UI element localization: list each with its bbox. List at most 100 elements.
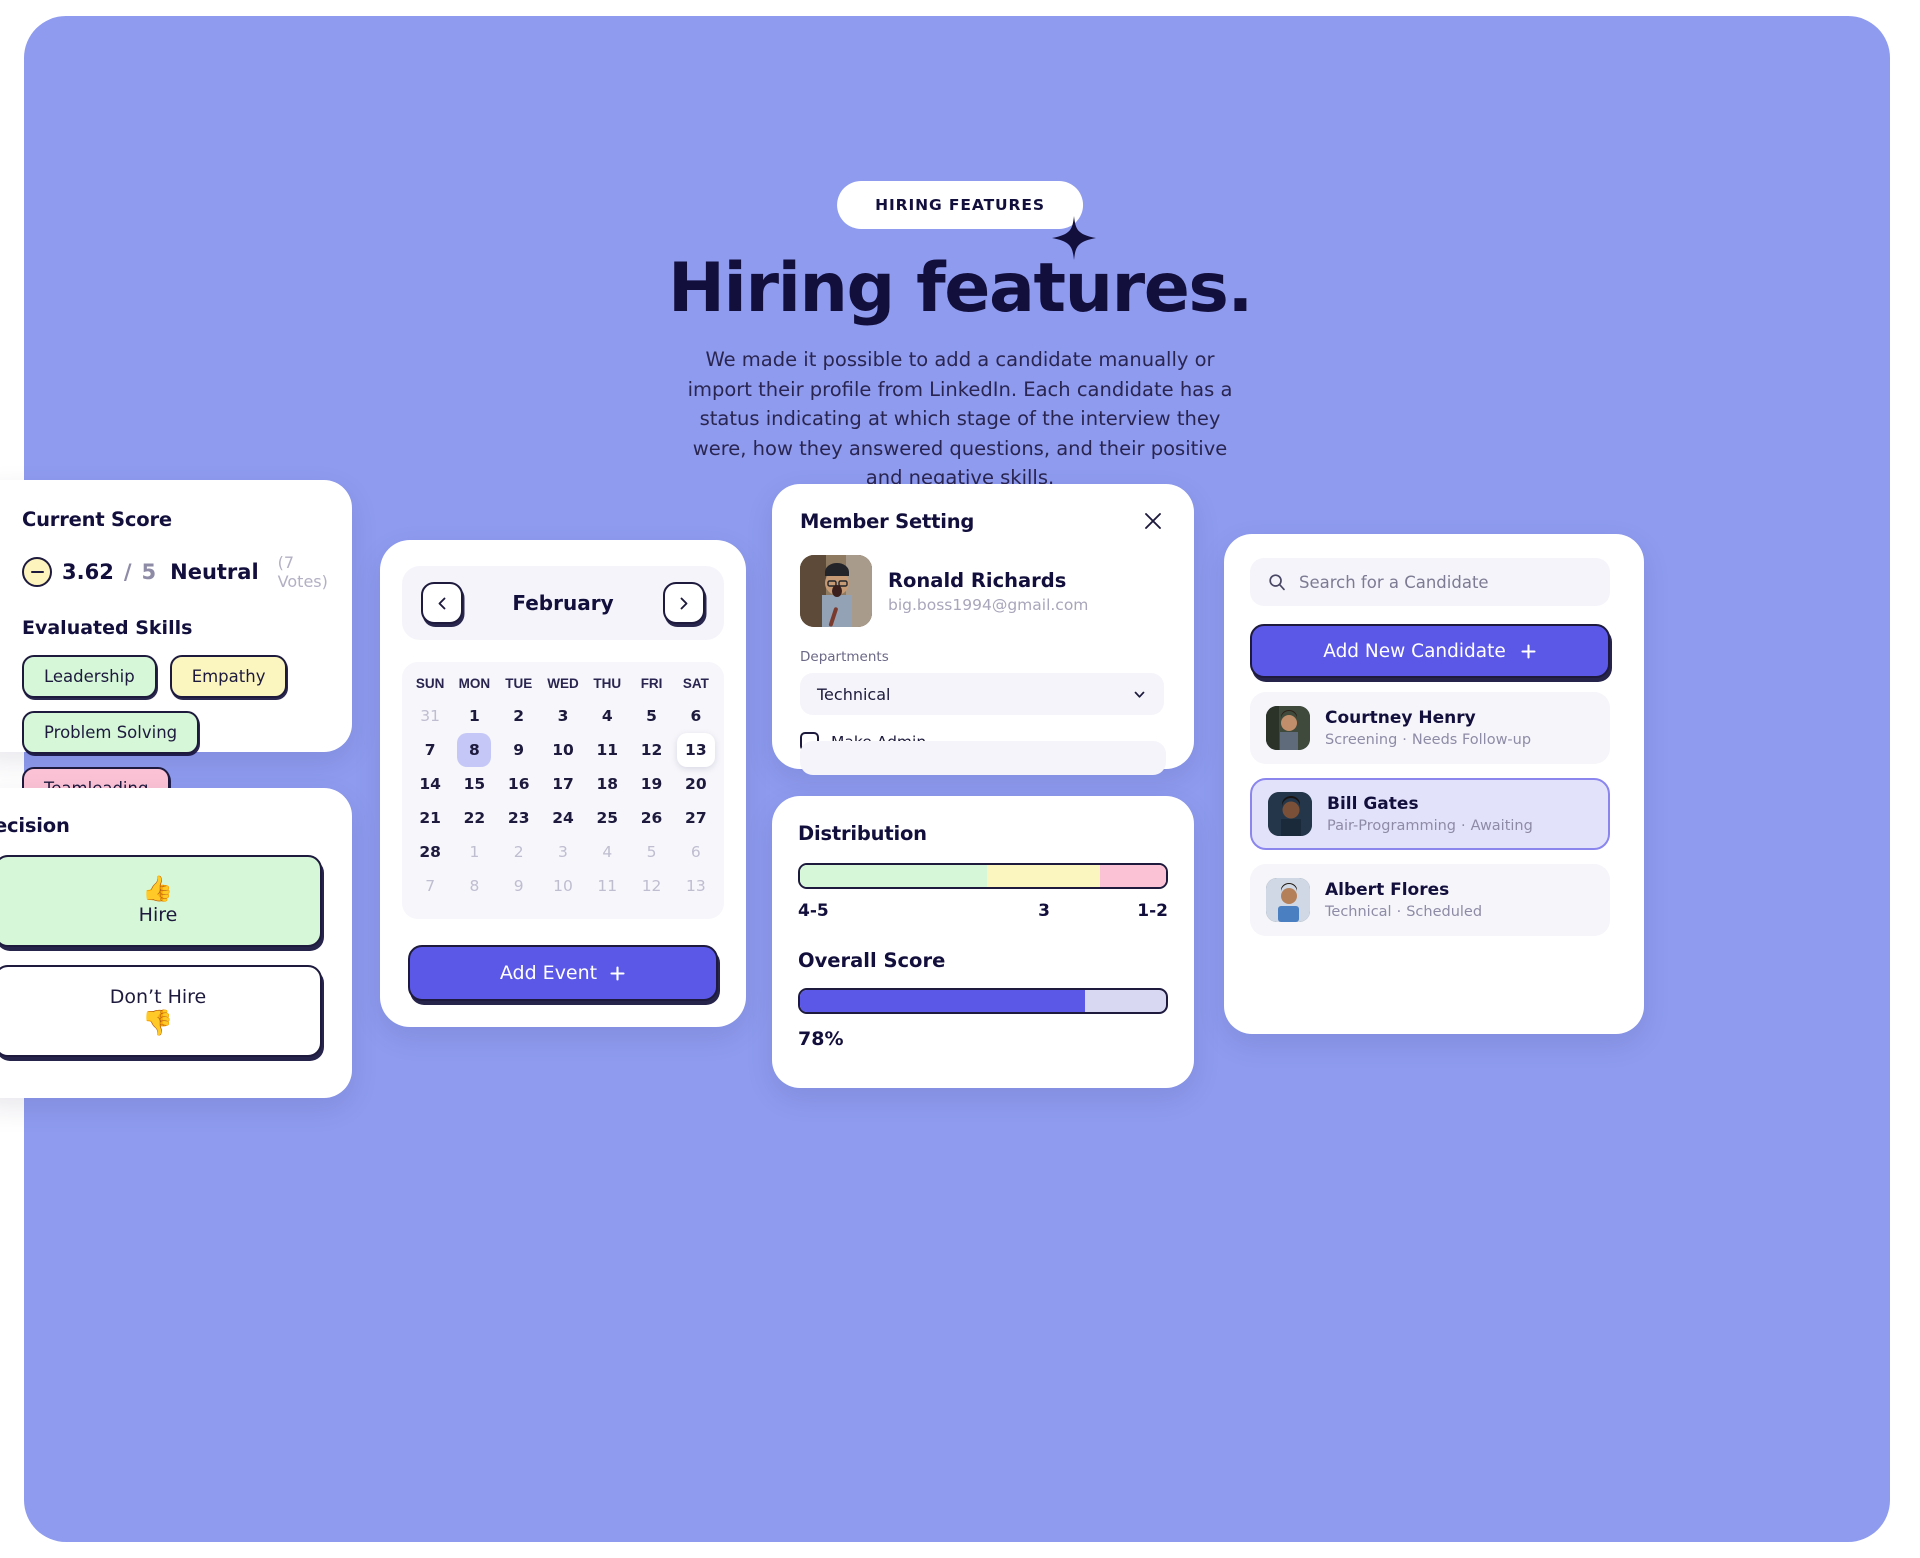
calendar-day-cell[interactable]: 23 xyxy=(497,801,541,835)
calendar-day-cell[interactable]: 5 xyxy=(629,835,673,869)
distribution-segment xyxy=(800,865,987,887)
distribution-segment xyxy=(986,865,1101,887)
calendar-day-cell[interactable]: 19 xyxy=(629,767,673,801)
candidate-info: Bill Gates Pair-Programming · Awaiting xyxy=(1327,794,1533,834)
add-new-candidate-label: Add New Candidate xyxy=(1323,640,1506,662)
decision-title: ecision xyxy=(0,814,70,837)
calendar-day-cell[interactable]: 28 xyxy=(408,835,452,869)
calendar-day-cell[interactable]: 5 xyxy=(629,699,673,733)
member-setting-card: Member Setting Ronald Richards big.boss1… xyxy=(772,484,1194,775)
calendar-card: February SUN MON TUE WED THU FRI SAT 31 1… xyxy=(380,540,746,1027)
page-root: HIRING FEATURES Hiring features. We made… xyxy=(0,0,1920,1558)
plus-icon xyxy=(1521,643,1536,659)
distribution-labels: 4-5 3 1-2 xyxy=(798,901,1168,921)
calendar-day-cell[interactable]: 14 xyxy=(408,767,452,801)
calendar-day-cell[interactable]: 8 xyxy=(457,733,492,767)
departments-select[interactable]: Technical xyxy=(800,673,1164,715)
candidate-name: Bill Gates xyxy=(1327,794,1419,814)
calendar-day-cell[interactable]: 6 xyxy=(674,835,718,869)
calendar-day-cell[interactable]: 22 xyxy=(452,801,496,835)
add-event-button[interactable]: Add Event xyxy=(408,945,718,1001)
candidate-info: Courtney Henry Screening · Needs Follow-up xyxy=(1325,708,1531,748)
thumbs-down-icon: 👎 xyxy=(142,1008,174,1037)
calendar-day-cell[interactable]: 4 xyxy=(585,835,629,869)
skill-chip[interactable]: Problem Solving xyxy=(22,711,200,754)
calendar-day-cell[interactable]: 17 xyxy=(541,767,585,801)
close-button[interactable] xyxy=(1142,510,1164,532)
calendar-day-cell[interactable]: 3 xyxy=(541,699,585,733)
calendar-dow: THU xyxy=(593,676,622,691)
calendar-day-cell[interactable]: 10 xyxy=(541,869,585,903)
dont-hire-button[interactable]: Don’t Hire 👎 xyxy=(0,965,322,1057)
hire-button[interactable]: 👍 Hire xyxy=(0,855,322,947)
candidate-stage: Pair-Programming xyxy=(1327,818,1456,834)
calendar-day-cell[interactable]: 11 xyxy=(585,733,629,767)
meta-separator: · xyxy=(1461,818,1466,834)
search-candidate-field[interactable]: Search for a Candidate xyxy=(1250,558,1610,606)
candidate-name: Courtney Henry xyxy=(1325,708,1476,728)
calendar-day-cell[interactable]: 1 xyxy=(452,835,496,869)
calendar-day-cell[interactable]: 8 xyxy=(452,869,496,903)
calendar-day-cell[interactable]: 9 xyxy=(497,869,541,903)
overall-score-track xyxy=(798,988,1168,1014)
calendar-day-cell[interactable]: 2 xyxy=(497,699,541,733)
score-votes: (7 Votes) xyxy=(277,553,328,591)
calendar-day-cell[interactable]: 2 xyxy=(497,835,541,869)
overall-score-fill xyxy=(800,990,1086,1012)
calendar-day-cell[interactable]: 12 xyxy=(629,733,673,767)
calendar-day-cell[interactable]: 26 xyxy=(629,801,673,835)
calendar-day-cell[interactable]: 7 xyxy=(408,733,452,767)
calendar-day-cell[interactable]: 1 xyxy=(452,699,496,733)
calendar-day-cell[interactable]: 10 xyxy=(541,733,585,767)
evaluated-skills-list: Leadership Empathy Problem Solving Teaml… xyxy=(22,655,322,810)
skill-chip[interactable]: Empathy xyxy=(169,655,288,698)
calendar-day-cell[interactable]: 20 xyxy=(674,767,718,801)
calendar-week: 28 1 2 3 4 5 6 xyxy=(408,835,718,869)
candidate-row[interactable]: Courtney Henry Screening · Needs Follow-up xyxy=(1250,692,1610,764)
chevron-down-icon xyxy=(1134,691,1145,698)
candidate-row[interactable]: Albert Flores Technical · Scheduled xyxy=(1250,864,1610,936)
decision-card: ecision 👍 Hire Don’t Hire 👎 xyxy=(0,788,352,1098)
calendar-day-cell[interactable]: 6 xyxy=(674,699,718,733)
calendar-day-cell[interactable]: 15 xyxy=(452,767,496,801)
calendar-header: February xyxy=(402,566,724,640)
calendar-prev-button[interactable] xyxy=(421,582,463,624)
calendar-day-cell[interactable]: 11 xyxy=(585,869,629,903)
calendar-day-cell[interactable]: 18 xyxy=(585,767,629,801)
candidate-avatar xyxy=(1266,706,1310,750)
calendar-week: 21 22 23 24 25 26 27 xyxy=(408,801,718,835)
meta-separator: · xyxy=(1396,904,1402,920)
calendar-day-cell[interactable]: 7 xyxy=(408,869,452,903)
candidate-row[interactable]: Bill Gates Pair-Programming · Awaiting xyxy=(1250,778,1610,850)
member-card-footer-strip xyxy=(800,741,1166,775)
member-name: Ronald Richards xyxy=(888,568,1067,592)
calendar-day-cell[interactable]: 4 xyxy=(585,699,629,733)
calendar-day-cell[interactable]: 27 xyxy=(674,801,718,835)
calendar-day-cell[interactable]: 9 xyxy=(497,733,541,767)
distribution-title: Distribution xyxy=(798,822,927,845)
calendar-day-cell[interactable]: 21 xyxy=(408,801,452,835)
candidate-name: Albert Flores xyxy=(1325,880,1450,900)
hero-description: We made it possible to add a candidate m… xyxy=(687,348,1233,489)
calendar-week: 31 1 2 3 4 5 6 xyxy=(408,699,718,733)
departments-label: Departments xyxy=(800,649,889,665)
calendar-next-button[interactable] xyxy=(662,582,705,624)
calendar-day-cell[interactable]: 16 xyxy=(497,767,541,801)
calendar-day-cell[interactable]: 13 xyxy=(674,869,718,903)
departments-value: Technical xyxy=(817,684,891,704)
skill-chip[interactable]: Leadership xyxy=(22,655,157,698)
calendar-day-cell[interactable]: 25 xyxy=(585,801,629,835)
add-new-candidate-button[interactable]: Add New Candidate xyxy=(1250,624,1610,678)
calendar-day-cell[interactable]: 31 xyxy=(408,699,452,733)
calendar-week: 7 8 9 10 11 12 13 xyxy=(408,869,718,903)
calendar-day-cell[interactable]: 12 xyxy=(629,869,673,903)
calendar-dow: MON xyxy=(458,676,491,691)
distribution-label: 1-2 xyxy=(1137,901,1168,921)
score-value: 3.62 xyxy=(62,560,114,584)
calendar-day-cell[interactable]: 3 xyxy=(541,835,585,869)
calendar-week: 7 8 9 10 11 12 13 xyxy=(408,733,718,767)
candidate-avatar xyxy=(1268,792,1312,836)
candidate-meta: Screening · Needs Follow-up xyxy=(1325,732,1531,748)
calendar-day-cell[interactable]: 13 xyxy=(676,733,715,767)
calendar-day-cell[interactable]: 24 xyxy=(541,801,585,835)
